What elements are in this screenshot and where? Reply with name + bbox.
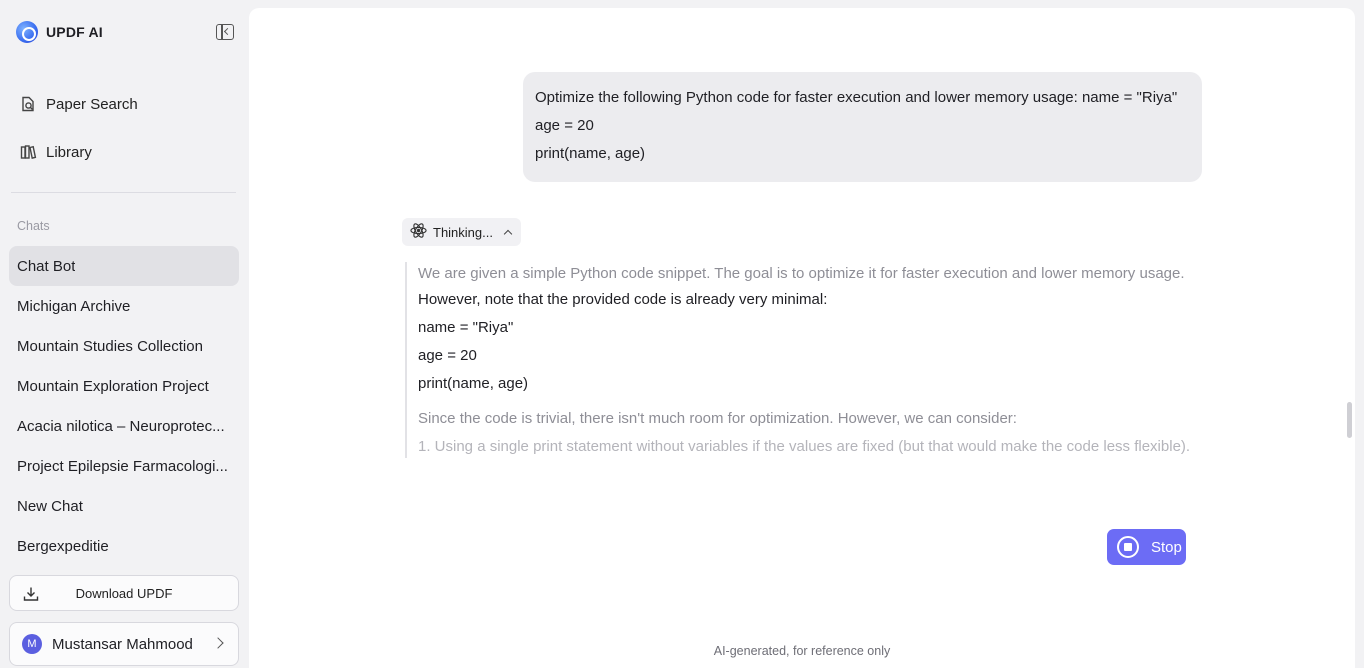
library-icon [18, 142, 38, 162]
chat-item-label: Chat Bot [17, 257, 76, 275]
app-window: UPDF AI Paper Search Library Chats Chat … [0, 0, 1364, 668]
sidebar: UPDF AI Paper Search Library Chats Chat … [0, 0, 248, 668]
download-updf-button[interactable]: Download UPDF [9, 575, 239, 611]
sidebar-divider [11, 192, 236, 193]
chat-item-acacia-nilotica[interactable]: Acacia nilotica – Neuroprotec... [9, 406, 239, 446]
chat-item-label: Mountain Exploration Project [17, 377, 209, 395]
chat-item-project-epilepsie[interactable]: Project Epilepsie Farmacologi... [9, 446, 239, 486]
user-message-line: age = 20 [535, 117, 594, 134]
thinking-content: We are given a simple Python code snippe… [405, 262, 1205, 458]
paper-search-icon [18, 94, 38, 114]
download-label: Download UPDF [75, 585, 173, 601]
chat-panel: Optimize the following Python code for f… [249, 8, 1355, 668]
user-message: Optimize the following Python code for f… [523, 72, 1202, 182]
chat-item-bergexpeditie[interactable]: Bergexpeditie [9, 526, 239, 566]
stop-label: Stop [1151, 538, 1182, 556]
nav-paper-search[interactable]: Paper Search [18, 92, 138, 116]
chat-item-mountain-exploration[interactable]: Mountain Exploration Project [9, 366, 239, 406]
chat-item-label: Acacia nilotica – Neuroprotec... [17, 417, 225, 435]
chat-item-mountain-studies[interactable]: Mountain Studies Collection [9, 326, 239, 366]
thinking-line: 1. Using a single print statement withou… [418, 438, 1191, 455]
chat-item-label: Project Epilepsie Farmacologi... [17, 457, 228, 475]
download-icon [22, 585, 40, 603]
thinking-label: Thinking... [433, 224, 493, 240]
chevron-up-icon [503, 229, 513, 238]
chat-list: Chat Bot Michigan Archive Mountain Studi… [9, 246, 239, 566]
chats-heading: Chats [17, 219, 50, 233]
atom-icon [410, 222, 427, 242]
stop-icon [1117, 536, 1139, 558]
thinking-line: We are given a simple Python code snippe… [418, 265, 1185, 282]
thinking-line: print(name, age) [418, 375, 529, 392]
thinking-line: However, note that the provided code is … [418, 291, 828, 308]
updf-logo-icon [16, 21, 38, 43]
user-account-button[interactable]: M Mustansar Mahmood [9, 622, 239, 666]
chat-item-michigan-archive[interactable]: Michigan Archive [9, 286, 239, 326]
scrollbar-thumb[interactable] [1347, 402, 1352, 438]
nav-library[interactable]: Library [18, 140, 92, 164]
brand-name: UPDF AI [46, 24, 103, 40]
thinking-toggle-button[interactable]: Thinking... [402, 218, 521, 246]
chat-item-label: New Chat [17, 497, 83, 515]
ai-disclaimer: AI-generated, for reference only [713, 644, 891, 658]
thinking-line: Since the code is trivial, there isn't m… [418, 410, 1017, 427]
avatar: M [22, 634, 42, 654]
chat-item-chat-bot[interactable]: Chat Bot [9, 246, 239, 286]
nav-label: Paper Search [46, 95, 138, 113]
chat-item-new-chat[interactable]: New Chat [9, 486, 239, 526]
chat-item-label: Mountain Studies Collection [17, 337, 203, 355]
thinking-line: name = "Riya" [418, 319, 514, 336]
thinking-line: age = 20 [418, 347, 477, 364]
user-message-line: print(name, age) [535, 145, 646, 162]
chevron-right-icon [212, 637, 224, 649]
user-name: Mustansar Mahmood [52, 635, 193, 653]
brand[interactable]: UPDF AI [16, 20, 103, 44]
chat-item-label: Bergexpeditie [17, 537, 109, 555]
collapse-sidebar-icon[interactable] [216, 24, 234, 40]
user-message-line: Optimize the following Python code for f… [535, 89, 1178, 106]
stop-button[interactable]: Stop [1107, 529, 1186, 565]
chat-item-label: Michigan Archive [17, 297, 131, 315]
nav-label: Library [46, 143, 92, 161]
